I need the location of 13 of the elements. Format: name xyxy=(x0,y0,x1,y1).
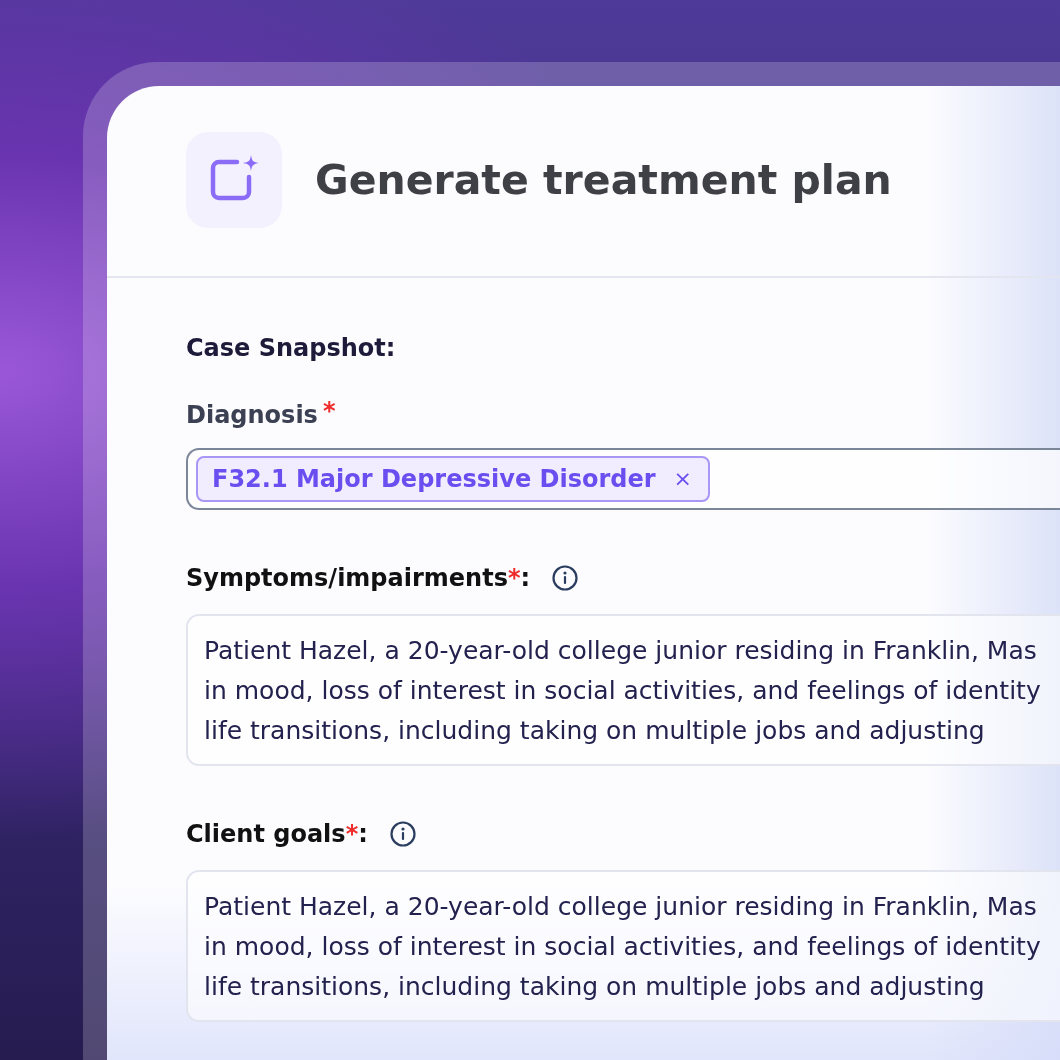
text-area[interactable]: Patient Hazel, a 20-year-old college junior residing in Franklin, Mas in mood, loss of interest in social activities, and feelings of identity life transitions, including taking on multiple jobs and adjusting xyxy=(186,870,1060,1022)
diagnosis-field[interactable]: F32.1 Major Depressive Disorder × xyxy=(186,448,1060,510)
info-icon[interactable] xyxy=(389,821,416,847)
field-label: Symptoms/impairments*: xyxy=(186,563,531,594)
chip-label: F32.1 Major Depressive Disorder xyxy=(212,467,656,491)
field-label: Diagnosis * xyxy=(186,399,336,431)
section-title: Case Snapshot: xyxy=(186,333,396,364)
sparkle-square-icon xyxy=(186,132,282,228)
info-icon[interactable] xyxy=(552,565,579,591)
remove-tag-button[interactable]: × xyxy=(671,468,694,490)
page-title: Generate treatment plan xyxy=(315,159,892,201)
field-label: Client goals*: xyxy=(186,819,368,850)
text-area[interactable]: Patient Hazel, a 20-year-old college junior residing in Franklin, Mas in mood, loss of interest in social activities, and feelings of identity life transitions, including taking on multiple jobs and adjusting xyxy=(186,614,1060,766)
